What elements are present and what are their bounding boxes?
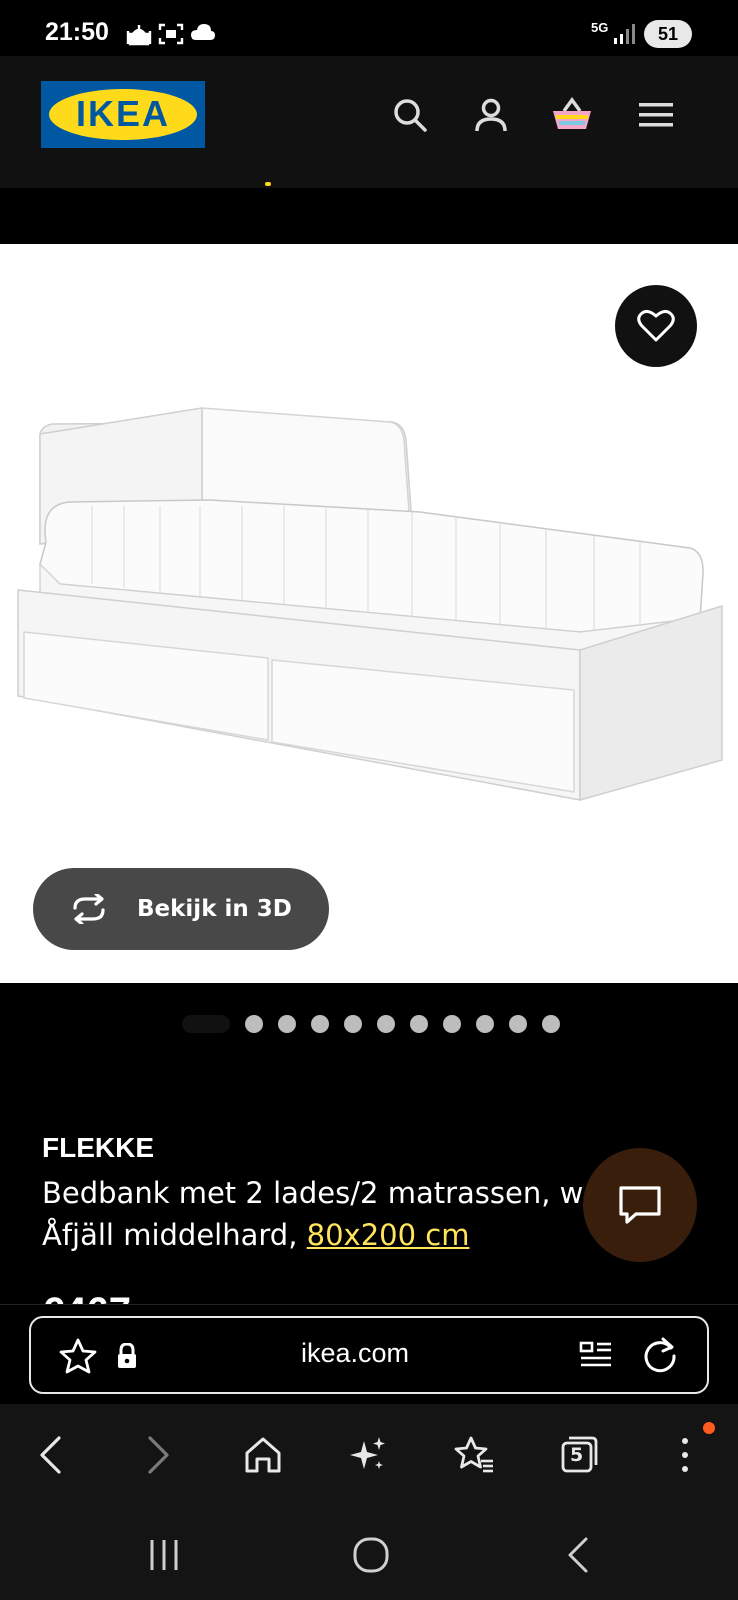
carousel-dot[interactable] — [311, 1015, 329, 1033]
recents-icon — [150, 1540, 178, 1570]
subnav-bar — [0, 188, 738, 244]
reload-icon — [644, 1337, 676, 1373]
home-icon — [245, 1437, 281, 1473]
carousel-dot[interactable] — [542, 1015, 560, 1033]
rotate-3d-icon — [69, 894, 109, 924]
cloud-icon — [190, 22, 216, 48]
tabs-button[interactable]: 5 — [554, 1430, 604, 1480]
user-icon — [475, 98, 507, 132]
lock-icon[interactable] — [105, 1334, 149, 1378]
carousel-dot-active[interactable] — [182, 1015, 230, 1033]
battery-indicator: 51 — [644, 20, 692, 48]
product-name: FLEKKE — [42, 1132, 154, 1163]
system-back-button[interactable] — [553, 1530, 603, 1580]
more-menu-button[interactable] — [660, 1430, 710, 1480]
url-text[interactable]: ikea.com — [230, 1338, 480, 1369]
subnav-indicator — [265, 182, 271, 186]
carousel-dot[interactable] — [476, 1015, 494, 1033]
signal-icon — [612, 22, 636, 50]
chat-icon — [619, 1186, 661, 1224]
product-description: Bedbank met 2 lades/2 matrassen, w Åfjäl… — [42, 1172, 602, 1256]
ai-assistant-button[interactable] — [343, 1430, 393, 1480]
basket-icon — [553, 97, 591, 129]
reader-icon — [579, 1341, 611, 1367]
logo-text: IKEA — [75, 93, 170, 134]
star-icon — [59, 1338, 97, 1374]
search-icon — [394, 99, 427, 132]
view-3d-label: Bekijk in 3D — [137, 896, 292, 922]
product-price: €467 — [42, 1290, 131, 1305]
chevron-left-icon — [40, 1436, 61, 1474]
account-button[interactable] — [468, 92, 514, 138]
menu-button[interactable] — [633, 92, 679, 138]
heart-icon — [637, 309, 675, 342]
home-button[interactable] — [238, 1430, 288, 1480]
product-description-line1: Bedbank met 2 lades/2 matrassen, w — [42, 1176, 584, 1210]
home-circle-icon — [353, 1537, 389, 1573]
carousel-dot[interactable] — [443, 1015, 461, 1033]
ikea-logo[interactable]: IKEA — [41, 81, 205, 148]
bookmarks-star-icon — [454, 1436, 493, 1473]
bookmark-star-button[interactable] — [56, 1334, 100, 1378]
carousel-dot[interactable] — [410, 1015, 428, 1033]
screenshot-icon — [158, 22, 184, 50]
forward-button[interactable] — [134, 1430, 184, 1480]
recent-apps-button[interactable] — [139, 1530, 189, 1580]
carousel-dot[interactable] — [245, 1015, 263, 1033]
cart-button[interactable] — [549, 92, 595, 138]
size-link[interactable]: 80x200 cm — [307, 1218, 470, 1252]
search-button[interactable] — [387, 92, 433, 138]
system-home-button[interactable] — [346, 1530, 396, 1580]
product-description-line2: Åfjäll middelhard, 80x200 cm — [42, 1214, 602, 1256]
mosque-icon — [126, 22, 152, 50]
reader-mode-button[interactable] — [574, 1334, 618, 1378]
carousel-dot[interactable] — [377, 1015, 395, 1033]
carousel-indicators — [182, 1015, 560, 1033]
product-description-line2-text: Åfjäll middelhard, — [42, 1218, 307, 1252]
back-arrow-icon — [568, 1537, 588, 1573]
more-vertical-icon — [682, 1438, 688, 1472]
chevron-right-icon — [148, 1436, 169, 1474]
notification-dot — [703, 1422, 715, 1434]
tab-count: 5 — [570, 1444, 584, 1466]
view-3d-button[interactable]: Bekijk in 3D — [33, 868, 329, 950]
favorite-button[interactable] — [615, 285, 697, 367]
chat-button[interactable] — [583, 1148, 697, 1262]
hamburger-icon — [639, 103, 673, 127]
carousel-dot[interactable] — [344, 1015, 362, 1033]
carousel-dot[interactable] — [278, 1015, 296, 1033]
network-type: 5G — [591, 20, 609, 35]
carousel-dot[interactable] — [509, 1015, 527, 1033]
reload-button[interactable] — [638, 1334, 682, 1378]
back-button[interactable] — [25, 1430, 75, 1480]
sparkle-icon — [350, 1437, 385, 1469]
bookmarks-button[interactable] — [449, 1430, 499, 1480]
status-time: 21:50 — [45, 18, 109, 46]
